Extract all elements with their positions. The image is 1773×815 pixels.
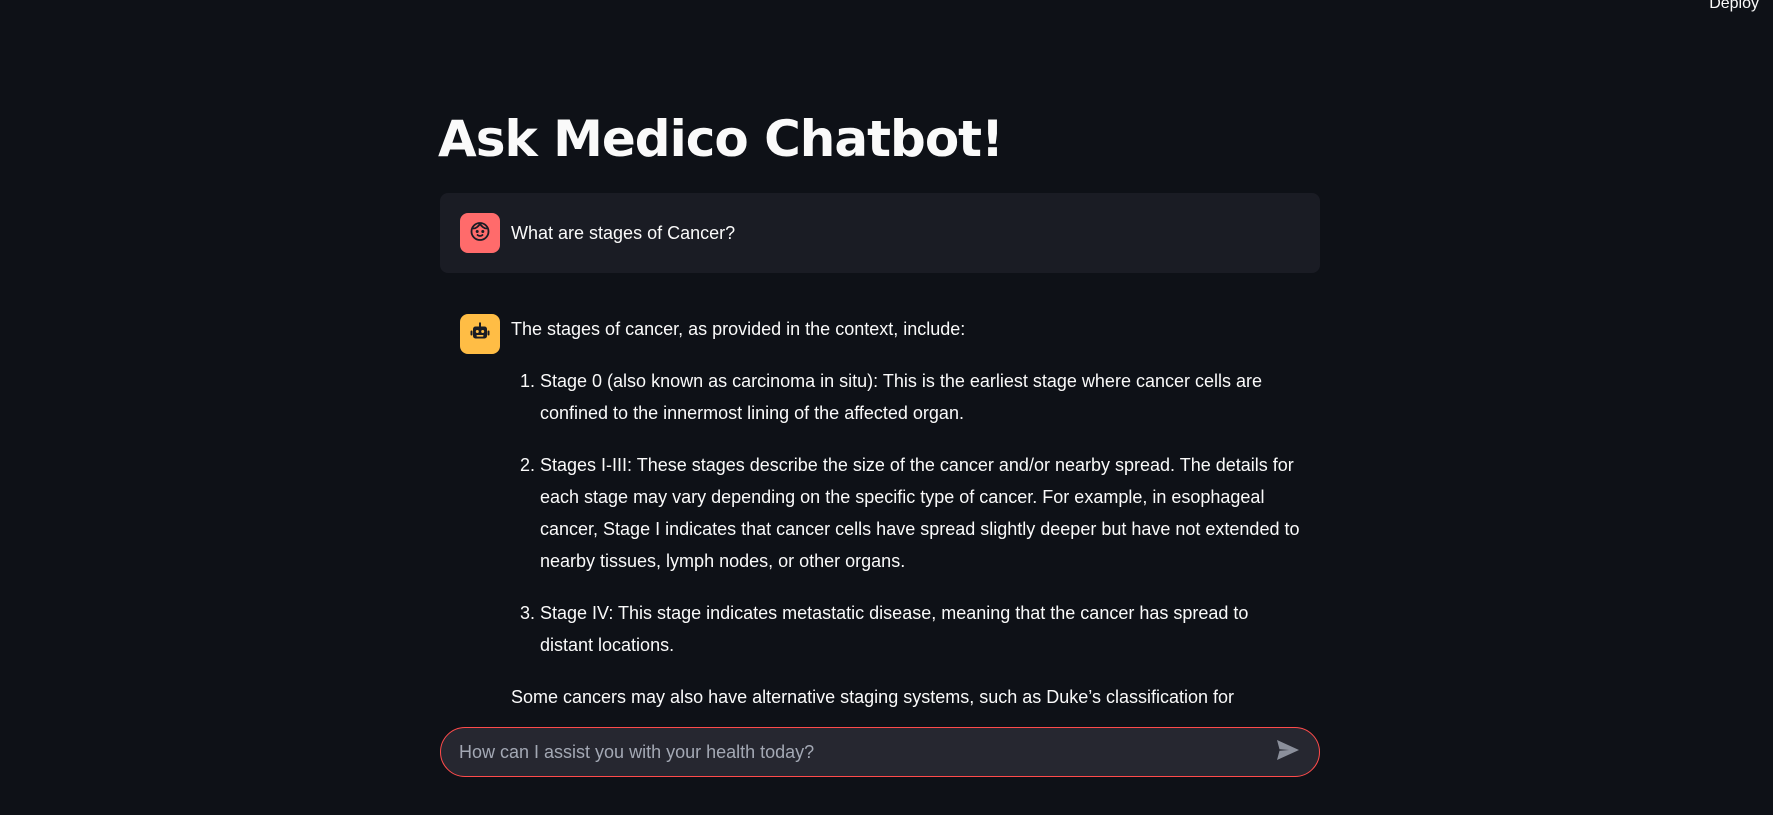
list-item: Stages I-III: These stages describe the … [540,449,1300,577]
chat-input-container[interactable] [440,727,1320,777]
user-message-text: What are stages of Cancer? [511,223,736,243]
list-item: Stage 0 (also known as carcinoma in situ… [540,365,1300,429]
assistant-intro: The stages of cancer, as provided in the… [511,319,966,339]
user-avatar [460,213,500,253]
assistant-outro: Some cancers may also have alternative s… [511,687,1234,707]
assistant-avatar [460,314,500,354]
robot-icon [468,320,492,349]
page-title: Ask Medico Chatbot! [438,110,1004,168]
user-face-icon [468,219,492,248]
user-chat-message: What are stages of Cancer? [440,193,1320,273]
list-item: Stage IV: This stage indicates metastati… [540,597,1300,661]
send-icon [1276,739,1300,766]
chat-input[interactable] [459,728,1259,776]
cancer-stages-list: Stage 0 (also known as carcinoma in situ… [511,365,1300,661]
app-root: Deploy Ask Medico Chatbot! What are stag… [0,0,1773,815]
send-button[interactable] [1275,739,1301,766]
assistant-chat-message: The stages of cancer, as provided in the… [440,306,1320,720]
assistant-message-text: The stages of cancer, as provided in the… [511,313,1300,720]
deploy-button[interactable]: Deploy [1703,0,1765,14]
